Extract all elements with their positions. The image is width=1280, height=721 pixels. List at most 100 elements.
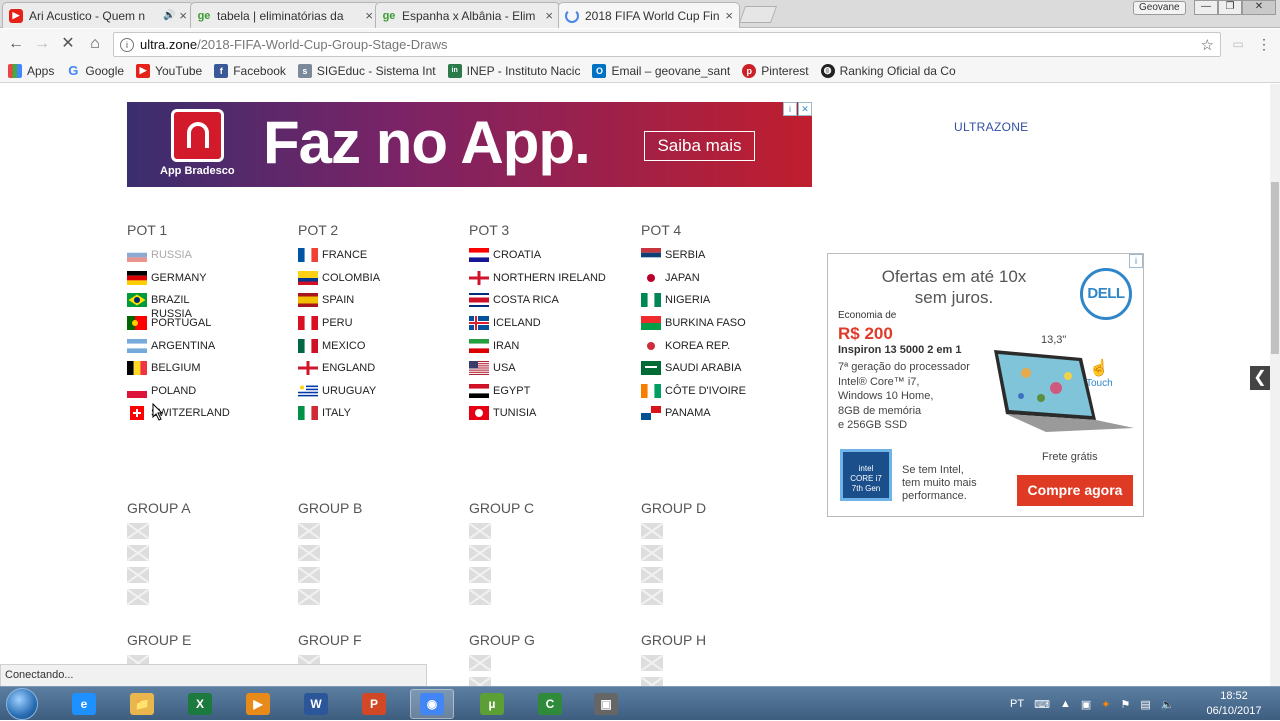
team-item[interactable]: POLAND [127,380,297,403]
group-slot[interactable] [469,523,491,539]
bookmark-inep[interactable]: in INEP - Instituto Nacic [447,63,580,78]
bookmark-youtube[interactable]: ▶ YouTube [136,63,202,78]
restore-button[interactable]: ❐ [1218,0,1242,15]
team-item[interactable]: ENGLAND [298,357,468,380]
taskbar-app[interactable]: X [178,689,222,719]
group-slot[interactable] [469,567,491,583]
ad-cta-button[interactable]: Saiba mais [644,131,755,161]
taskbar-app[interactable]: ▣ [584,689,628,719]
close-window-button[interactable]: ✕ [1242,0,1276,15]
minimize-button[interactable]: — [1194,0,1218,15]
team-item[interactable]: CÔTE D'IVOIRE [641,380,811,403]
team-item[interactable]: SAUDI ARABIA [641,357,811,380]
group-slot[interactable] [127,523,149,539]
team-item[interactable]: RUSSIA [127,244,297,267]
close-tab-icon[interactable]: × [725,8,733,23]
start-button[interactable] [6,688,38,720]
home-button[interactable]: ⌂ [85,34,105,54]
bookmark-ranking[interactable]: ◍ Ranking Oficial da Co [820,63,956,78]
close-ad-icon[interactable]: ✕ [798,102,812,116]
bookmark-google[interactable]: G Google [66,63,124,78]
page-scrollbar[interactable] [1270,84,1280,686]
team-item[interactable]: USA [469,357,639,380]
clock[interactable]: 18:52 06/10/2017 [1196,689,1272,719]
team-item[interactable]: ITALY [298,402,468,425]
bookmark-email[interactable]: O Email – geovane_sant [592,63,730,78]
volume-icon[interactable]: 🔈 [1161,698,1175,711]
group-slot[interactable] [641,655,663,671]
bookmark-pinterest[interactable]: p Pinterest [742,63,809,78]
group-slot[interactable] [127,567,149,583]
buy-now-button[interactable]: Compre agora [1017,475,1133,506]
forward-button[interactable]: → [32,34,52,54]
team-item[interactable]: NIGERIA [641,289,811,312]
new-tab-button[interactable] [738,6,778,23]
speaker-icon[interactable]: 🔊 [163,10,175,21]
taskbar-app[interactable]: P [352,689,396,719]
team-item[interactable]: PANAMA [641,402,811,425]
network-icon[interactable]: ▤ [1140,698,1150,711]
team-item[interactable]: BELGIUM [127,357,297,380]
menu-icon[interactable]: ⋮ [1254,34,1274,54]
group-slot[interactable] [641,523,663,539]
taskbar-app[interactable]: C [528,689,572,719]
group-slot[interactable] [127,545,149,561]
team-item[interactable]: ARGENTINA [127,334,297,357]
group-slot[interactable] [298,545,320,561]
scrollbar-thumb[interactable] [1271,182,1279,354]
team-item[interactable]: COSTA RICA [469,289,639,312]
group-slot[interactable] [298,567,320,583]
taskbar-app[interactable]: W [294,689,338,719]
team-item[interactable]: JAPAN [641,267,811,290]
profile-button[interactable]: Geovane [1133,1,1186,15]
team-item[interactable]: COLOMBIA [298,267,468,290]
team-item[interactable]: SERBIA [641,244,811,267]
extension-icon[interactable]: ▭ [1228,34,1248,54]
bookmark-star-icon[interactable]: ☆ [1201,36,1214,54]
flag-icon[interactable]: ⚑ [1120,698,1130,711]
group-slot[interactable] [641,589,663,605]
team-item[interactable]: NORTHERN IRELAND [469,267,639,290]
team-item[interactable]: GERMANY [127,267,297,290]
group-slot[interactable] [127,589,149,605]
address-bar[interactable]: i ultra.zone/2018-FIFA-World-Cup-Group-S… [113,32,1221,57]
team-item[interactable]: BURKINA FASO [641,312,811,335]
team-item[interactable]: ICELAND [469,312,639,335]
team-item[interactable]: FRANCE [298,244,468,267]
collapse-arrow-icon[interactable]: ❮ [1250,366,1270,390]
team-item[interactable]: MEXICO [298,334,468,357]
taskbar-app[interactable]: 📁 [120,689,164,719]
tab-fifa-active[interactable]: 2018 FIFA World Cup Fin × [558,2,740,28]
team-item[interactable]: KOREA REP. [641,334,811,357]
dragged-team-label[interactable]: RUSSIA [151,308,192,320]
team-item[interactable]: IRAN [469,334,639,357]
adchoices-icon[interactable]: i [783,102,797,116]
team-item[interactable]: PERU [298,312,468,335]
language-indicator[interactable]: PT [1010,698,1024,710]
tab-espanha[interactable]: ge Espanha x Albânia - Elim × [375,2,560,28]
team-item[interactable]: URUGUAY [298,380,468,403]
group-slot[interactable] [641,677,663,686]
bookmark-apps[interactable]: Apps [8,63,54,78]
stop-button[interactable]: ✕ [58,34,78,54]
keyboard-icon[interactable]: ⌨ [1034,698,1050,711]
back-button[interactable]: ← [6,34,26,54]
bradesco-banner-ad[interactable]: App Bradesco Faz no App. Saiba mais i ✕ [127,102,812,187]
close-tab-icon[interactable]: × [365,8,373,23]
bookmark-facebook[interactable]: f Facebook [214,63,286,78]
avast-icon[interactable]: ✦ [1101,698,1110,711]
group-slot[interactable] [298,523,320,539]
taskbar-app[interactable]: e [62,689,106,719]
taskbar-app[interactable]: ◉ [410,689,454,719]
ultrazone-link[interactable]: ULTRAZONE [954,120,1028,134]
team-item[interactable]: CROATIA [469,244,639,267]
taskbar-app[interactable]: µ [470,689,514,719]
close-tab-icon[interactable]: × [545,8,553,23]
team-item[interactable]: TUNISIA [469,402,639,425]
tab-tabela[interactable]: ge tabela | eliminatórias da × [190,2,380,28]
info-icon[interactable]: i [120,37,134,52]
app-tray-icon[interactable]: ▣ [1081,698,1091,711]
group-slot[interactable] [298,589,320,605]
group-slot[interactable] [641,545,663,561]
team-item[interactable]: SPAIN [298,289,468,312]
